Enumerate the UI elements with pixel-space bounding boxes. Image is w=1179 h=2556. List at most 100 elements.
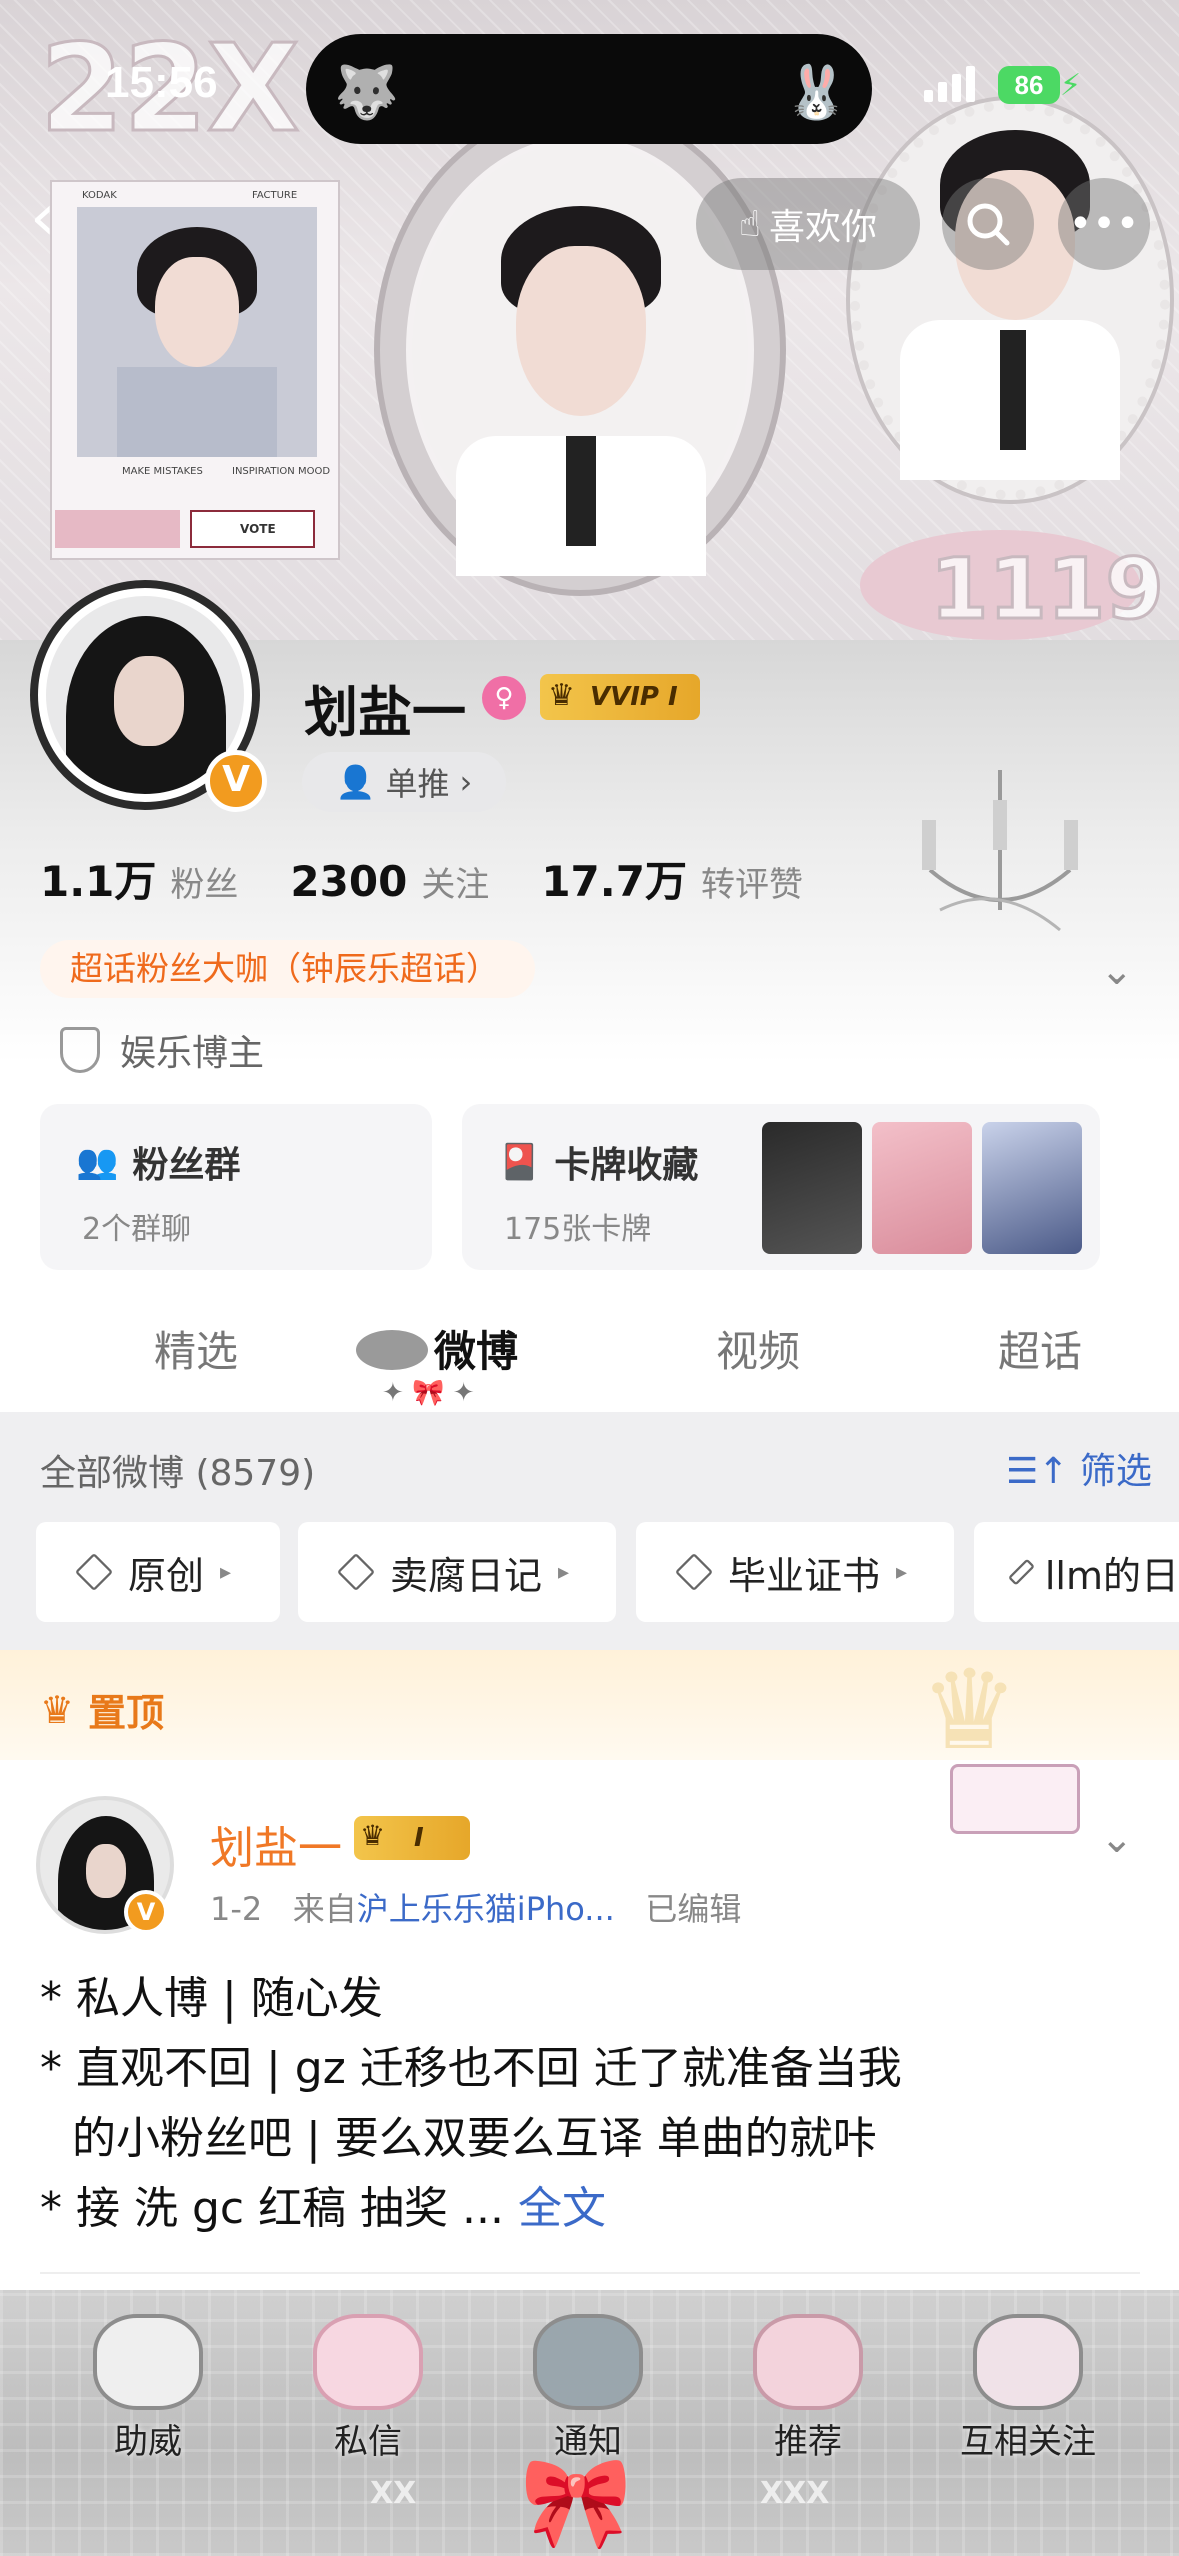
profile-stats: 1.1万 粉丝 2300 关注 17.7万 转评赞 <box>40 848 803 909</box>
cat-bell-icon <box>533 2314 643 2410</box>
bottom-tab-cheer[interactable]: 助威 <box>58 2314 238 2463</box>
filter-chip[interactable]: 原创 ▸ <box>36 1522 280 1622</box>
pearl-frame <box>850 100 1170 500</box>
likes-label: 转评赞 <box>700 865 803 905</box>
crown-icon: ♛ <box>40 1687 75 1732</box>
xx-decoration: XX <box>370 2476 417 2511</box>
search-icon[interactable] <box>942 178 1034 270</box>
post-date: 1-2 <box>210 1890 263 1928</box>
bottom-tab-bar: 助威 私信 通知 推荐 互相关注 🎀 XX XXX <box>0 2290 1179 2556</box>
polaroid-tag: FACTURE <box>252 190 298 201</box>
bottom-tab-label: 推荐 <box>774 2422 842 2462</box>
tab-featured[interactable]: 精选 <box>154 1318 238 1379</box>
bow-decoration-icon: 🎀 <box>520 2450 633 2555</box>
profile-tabs: 精选 微博 ✦ 🎀 ✦ 视频 超话 <box>0 1300 1179 1412</box>
potion-heart-icon <box>973 2314 1083 2410</box>
super-fan-chip[interactable]: 超话粉丝大咖（钟辰乐超话） <box>40 940 535 998</box>
filter-button[interactable]: ☰↑ 筛选 <box>1006 1442 1152 1494</box>
chevron-down-icon[interactable]: ⌄ <box>1100 1816 1134 1862</box>
signal-icon <box>924 66 975 102</box>
polaroid-tag: INSPIRATION MOOD <box>232 466 331 477</box>
layers-icon <box>336 1552 376 1592</box>
polaroid-pink-box <box>55 510 180 548</box>
dantui-label: 单推 <box>385 765 450 803</box>
feed-filter-area: 全部微博 (8579) ☰↑ 筛选 原创 ▸ 卖腐日记 ▸ 毕业证书 ▸ llm的日 <box>0 1412 1179 1650</box>
fan-group-card[interactable]: 👥 粉丝群 2个群聊 <box>40 1104 432 1270</box>
tab-supertopic[interactable]: 超话 <box>998 1318 1082 1379</box>
post-line: 的小粉丝吧 | 要么双要么互译 单曲的就咔 <box>72 2113 877 2164</box>
card-collection-card[interactable]: 🎴 卡牌收藏 175张卡牌 <box>462 1104 1100 1270</box>
card-thumb <box>762 1122 862 1254</box>
category-label: 娱乐博主 <box>120 1033 265 1074</box>
battery-icon: 86 <box>998 66 1060 104</box>
post-line: * 直观不回 | gz 迁移也不回 迁了就准备当我 <box>40 2043 902 2094</box>
vvip-badge[interactable]: ♛ VVIP I <box>540 674 700 720</box>
rabbit-icon: 🐰 <box>784 63 849 123</box>
more-icon[interactable]: ••• <box>1058 178 1150 270</box>
bottom-tab-messages[interactable]: 私信 <box>278 2314 458 2463</box>
bottom-tab-recommend[interactable]: 推荐 <box>718 2314 898 2463</box>
banner-polaroid: KODAK FACTURE MAKE MISTAKES INSPIRATION … <box>50 180 340 560</box>
following-label[interactable]: 关注 <box>421 857 489 906</box>
fan-group-count: 2个群聊 <box>82 1212 192 1247</box>
post-body[interactable]: * 私人博 | 随心发 * 直观不回 | gz 迁移也不回 迁了就准备当我 的小… <box>40 1964 1040 2244</box>
verified-badge-icon: V <box>205 750 267 812</box>
polaroid-tag: MAKE MISTAKES <box>122 466 203 477</box>
crown-icon: ♛ <box>360 1819 386 1852</box>
followers-label[interactable]: 粉丝 <box>170 857 238 906</box>
cat-tab-icon <box>356 1330 428 1370</box>
dynamic-island: 🐺 🐰 <box>306 34 872 144</box>
shield-icon <box>60 1027 100 1073</box>
layers-icon <box>74 1552 114 1592</box>
post-line: * 私人博 | 随心发 <box>40 1973 383 2024</box>
winged-heart-sticker <box>950 1764 1080 1834</box>
female-icon: ♀ <box>482 676 526 720</box>
bottom-tab-mutual[interactable]: 互相关注 <box>938 2314 1118 2463</box>
fan-group-title: 👥 粉丝群 <box>76 1142 241 1186</box>
card-icon: 🎴 <box>498 1142 541 1182</box>
like-you-button[interactable]: ☝ 喜欢你 <box>696 178 920 270</box>
tab-video[interactable]: 视频 <box>716 1318 800 1379</box>
chevron-right-icon: › <box>459 763 473 801</box>
following-count[interactable]: 2300 <box>290 857 407 906</box>
full-text-link[interactable]: 全文 <box>518 2183 606 2234</box>
filter-icon: ☰↑ <box>1006 1451 1069 1492</box>
card-thumb <box>872 1122 972 1254</box>
post-author[interactable]: 划盐一 <box>210 1812 342 1876</box>
ornate-mirror-frame <box>380 110 780 590</box>
wolf-icon: 🐺 <box>334 63 399 123</box>
polaroid-photo <box>77 207 317 457</box>
dantui-button[interactable]: 👤 单推 › <box>302 752 506 812</box>
verified-badge-icon: V <box>124 1890 168 1934</box>
status-time: 15:56 <box>105 58 218 107</box>
all-weibo-count: 全部微博 (8579) <box>40 1453 316 1494</box>
profile-banner[interactable]: 22X KODAK FACTURE MAKE MISTAKES INSPIRAT… <box>0 0 1179 640</box>
charging-icon: ⚡ <box>1060 68 1082 103</box>
card-collection-title: 🎴 卡牌收藏 <box>498 1142 699 1186</box>
heart-cage-icon <box>93 2314 203 2410</box>
post-meta: 1-2 来自沪上乐乐猫iPho... 已编辑 <box>210 1884 741 1930</box>
filter-chip[interactable]: 卖腐日记 ▸ <box>298 1522 616 1622</box>
tab-weibo[interactable]: 微博 <box>434 1318 518 1379</box>
bottom-tab-label: 助威 <box>114 2422 182 2462</box>
post-source-link[interactable]: 沪上乐乐猫iPho... <box>357 1890 615 1928</box>
cake-icon <box>753 2314 863 2410</box>
bottom-tab-label: 互相关注 <box>960 2422 1096 2462</box>
post-source-prefix: 来自 <box>292 1890 357 1928</box>
divider <box>40 2272 1140 2274</box>
back-icon[interactable]: ‹ <box>30 186 90 250</box>
post-line-last: * 接 洗 gc 红稿 抽奖 ... 全文 <box>40 2183 606 2234</box>
person-icon: 👤 <box>335 763 376 801</box>
profile-username: 划盐一 <box>304 681 466 744</box>
chevron-down-icon[interactable]: ⌄ <box>1100 948 1134 994</box>
layers-icon <box>674 1552 714 1592</box>
banner-number-right: 1119 <box>929 539 1166 640</box>
xx-decoration: XXX <box>760 2476 830 2511</box>
filter-chip[interactable]: llm的日 <box>974 1522 1179 1622</box>
post-vip-badge[interactable]: ♛ I <box>354 1816 470 1860</box>
chandelier-decoration <box>922 770 1078 932</box>
bottom-tab-notifications[interactable]: 通知 <box>498 2314 678 2463</box>
bow-icon <box>313 2314 423 2410</box>
filter-chip[interactable]: 毕业证书 ▸ <box>636 1522 954 1622</box>
followers-count[interactable]: 1.1万 <box>40 848 156 909</box>
